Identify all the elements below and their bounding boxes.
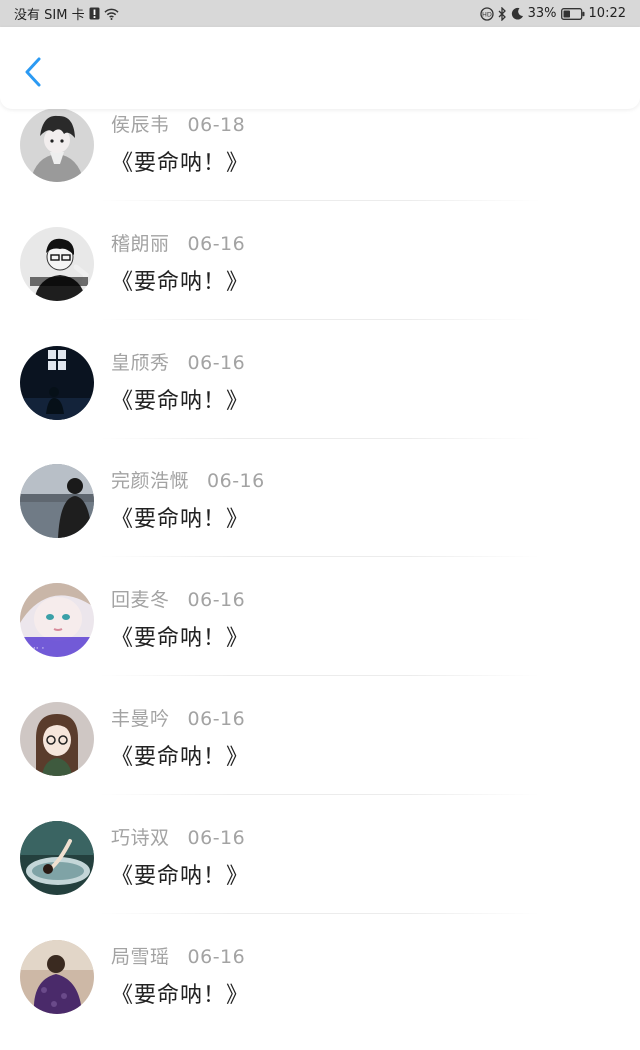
comment-text: 《要命呐！》 <box>111 151 250 176</box>
chevron-left-icon <box>25 57 41 87</box>
hd-icon: HD <box>479 6 494 21</box>
svg-text:··· ·: ··· · <box>30 644 44 654</box>
post-date: 06-16 <box>187 826 246 849</box>
item-meta: 侯辰韦 06-18 <box>111 110 245 137</box>
divider <box>100 912 540 914</box>
list-item[interactable]: 巧诗双 06-16 《要命呐！》 <box>0 813 640 932</box>
bluetooth-icon <box>498 6 507 21</box>
item-meta: 完颜浩慨 06-16 <box>111 466 265 493</box>
avatar[interactable] <box>20 464 94 539</box>
divider <box>100 318 540 320</box>
status-left: 没有 SIM 卡 <box>14 4 119 23</box>
user-name[interactable]: 皇颀秀 <box>111 348 170 375</box>
item-meta: 稽朗丽 06-16 <box>111 229 245 256</box>
avatar[interactable] <box>20 939 94 1014</box>
comment-text: 《要命呐！》 <box>111 507 250 533</box>
avatar[interactable] <box>20 108 94 182</box>
carrier-text: 没有 SIM 卡 <box>14 8 85 23</box>
clock: 10:22 <box>588 6 626 21</box>
moon-icon <box>511 7 524 20</box>
user-name[interactable]: 局雪瑶 <box>111 942 170 969</box>
item-meta: 回麦冬 06-16 <box>111 585 245 612</box>
comment-text: 《要命呐！》 <box>111 388 250 414</box>
post-date: 06-16 <box>187 589 246 612</box>
list-item[interactable]: 完颜浩慨 06-16 《要命呐！》 <box>0 456 640 575</box>
wifi-icon <box>104 8 119 20</box>
user-name[interactable]: 完颜浩慨 <box>111 466 189 493</box>
status-bar: 没有 SIM 卡 HD 33% 10:22 <box>0 0 640 27</box>
list-item[interactable]: 局雪瑶 06-16 《要命呐！》 <box>0 932 640 1050</box>
item-meta: 丰曼吟 06-16 <box>111 704 245 731</box>
post-date: 06-16 <box>187 232 246 255</box>
post-date: 06-18 <box>187 114 246 136</box>
avatar[interactable] <box>20 820 94 895</box>
divider <box>100 437 540 439</box>
svg-text:HD: HD <box>482 10 492 18</box>
avatar[interactable]: ··· · <box>20 583 94 658</box>
battery-percent: 33% <box>527 6 557 21</box>
top-nav-bar <box>0 27 640 109</box>
divider <box>100 793 540 795</box>
avatar[interactable] <box>20 345 94 420</box>
post-date: 06-16 <box>207 470 265 493</box>
user-name[interactable]: 巧诗双 <box>111 823 170 850</box>
list-item[interactable]: 丰曼吟 06-16 《要命呐！》 <box>0 694 640 813</box>
user-name[interactable]: 回麦冬 <box>111 585 170 612</box>
comment-list: 侯辰韦 06-18 《要命呐！》 稽朗丽 06-16 《要命呐！》 皇颀秀 06… <box>0 100 640 1050</box>
item-meta: 皇颀秀 06-16 <box>111 348 245 375</box>
list-item[interactable]: 侯辰韦 06-18 《要命呐！》 <box>0 100 640 219</box>
avatar[interactable] <box>20 701 94 776</box>
divider <box>100 556 540 558</box>
comment-text: 《要命呐！》 <box>111 863 250 889</box>
item-meta: 巧诗双 06-16 <box>111 823 245 850</box>
list-item[interactable]: ··· · 回麦冬 06-16 《要命呐！》 <box>0 575 640 694</box>
sim-alert-icon <box>89 7 100 20</box>
avatar[interactable] <box>20 226 94 301</box>
user-name[interactable]: 侯辰韦 <box>111 110 170 137</box>
item-meta: 局雪瑶 06-16 <box>111 942 245 969</box>
post-date: 06-16 <box>187 945 246 968</box>
back-button[interactable] <box>18 55 48 89</box>
list-item[interactable]: 稽朗丽 06-16 《要命呐！》 <box>0 219 640 338</box>
battery-icon <box>560 7 585 20</box>
status-right: HD 33% 10:22 <box>479 6 626 21</box>
post-date: 06-16 <box>187 351 246 374</box>
post-date: 06-16 <box>187 707 246 730</box>
list-item[interactable]: 皇颀秀 06-16 《要命呐！》 <box>0 338 640 457</box>
user-name[interactable]: 稽朗丽 <box>111 229 170 256</box>
comment-text: 《要命呐！》 <box>111 982 250 1008</box>
comment-text: 《要命呐！》 <box>111 744 250 770</box>
comment-text: 《要命呐！》 <box>111 626 250 652</box>
divider <box>100 675 540 677</box>
comment-text: 《要命呐！》 <box>111 269 250 295</box>
divider <box>100 200 540 201</box>
user-name[interactable]: 丰曼吟 <box>111 704 170 731</box>
